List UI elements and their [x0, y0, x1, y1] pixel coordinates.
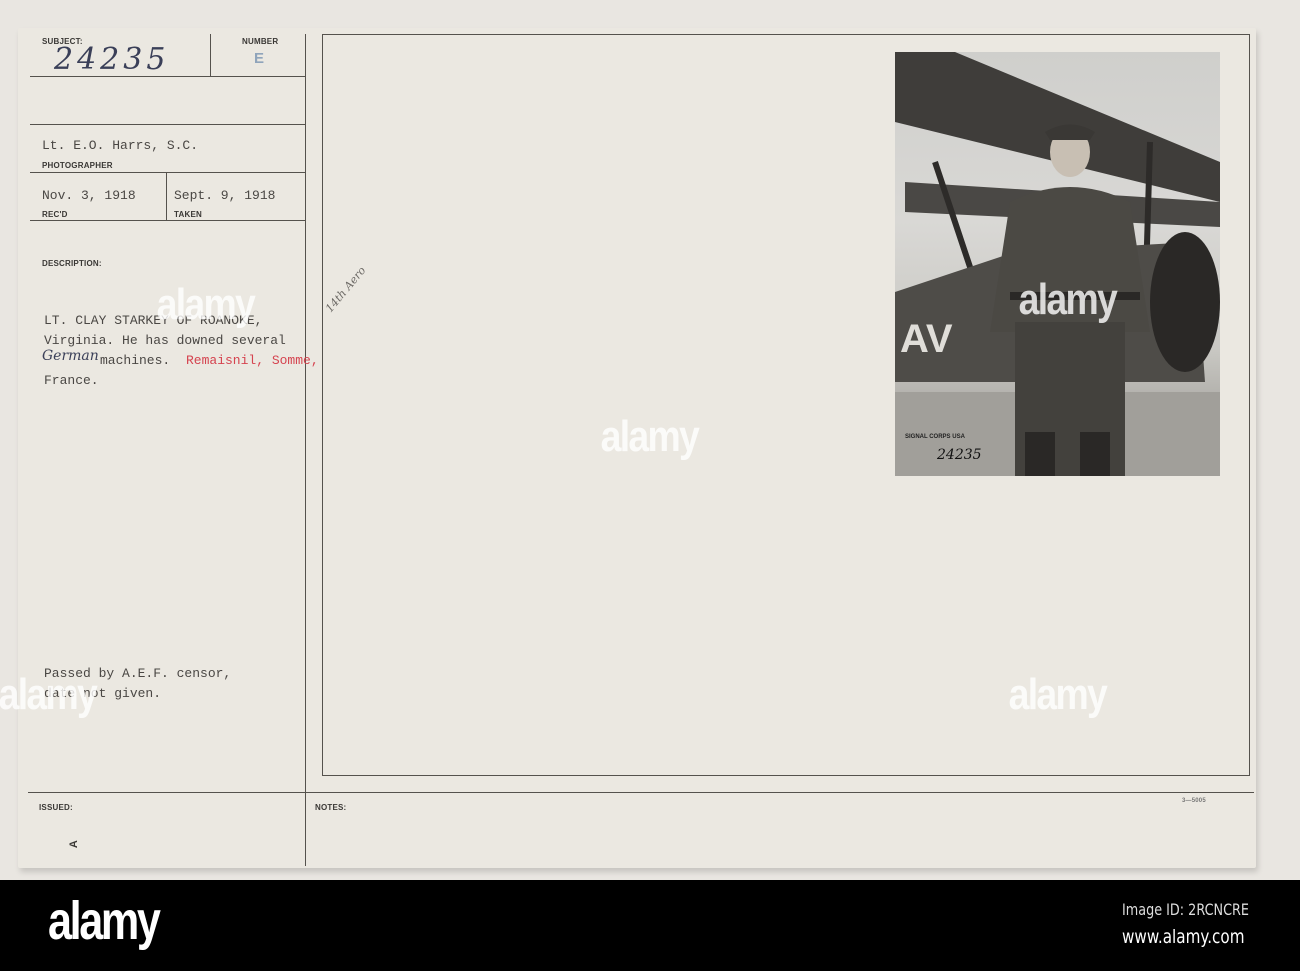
column-divider — [305, 34, 306, 866]
description-line: Virginia. He has downed several — [44, 333, 286, 348]
row-divider — [30, 124, 305, 125]
svg-text:AV: AV — [900, 317, 953, 361]
alamy-logo: alamy — [48, 891, 161, 951]
number-value: E — [254, 50, 265, 67]
watermark: alamy — [156, 280, 256, 329]
image-id: Image ID: 2RCNCRE — [1122, 900, 1249, 919]
watermark: alamy — [1018, 275, 1118, 324]
photo-number: 24235 — [937, 447, 982, 463]
description-label: DESCRIPTION: — [42, 259, 102, 268]
row-divider — [30, 172, 305, 173]
received-date: Nov. 3, 1918 — [42, 188, 136, 203]
signal-corps-stamp: SIGNAL CORPS USA — [905, 434, 965, 440]
date-divider — [166, 173, 167, 220]
footer-bar: alamy Image ID: 2RCNCRE www.alamy.com — [0, 880, 1300, 971]
number-label: NUMBER — [242, 37, 279, 46]
received-label: REC'D — [42, 210, 68, 219]
subject-value: 24235 — [54, 42, 170, 77]
photo-image: AV — [895, 52, 1220, 476]
taken-date: Sept. 9, 1918 — [174, 188, 276, 203]
watermark: alamy — [1008, 670, 1108, 719]
notes-label: NOTES: — [315, 803, 347, 812]
location-red: Remaisnil, Somme, — [186, 353, 319, 368]
watermark: alamy — [0, 670, 98, 719]
issued-label: ISSUED: — [39, 803, 73, 812]
corner-mark: A — [68, 839, 81, 849]
photographer-name: Lt. E.O. Harrs, S.C. — [42, 138, 199, 153]
bottom-divider — [28, 792, 1254, 793]
watermark: alamy — [600, 412, 700, 461]
description-line: machines. — [100, 353, 171, 368]
form-number: 3—5005 — [1182, 798, 1206, 804]
alamy-url[interactable]: www.alamy.com — [1122, 926, 1245, 948]
soldier-photograph: AV SIGNAL CORPS USA 24235 — [895, 52, 1220, 476]
handwritten-german: German — [42, 348, 99, 364]
subject-number-divider — [210, 34, 211, 76]
description-line: France. — [44, 373, 99, 388]
photographer-label: PHOTOGRAPHER — [42, 161, 113, 170]
taken-label: TAKEN — [174, 210, 202, 219]
row-divider — [30, 220, 305, 221]
